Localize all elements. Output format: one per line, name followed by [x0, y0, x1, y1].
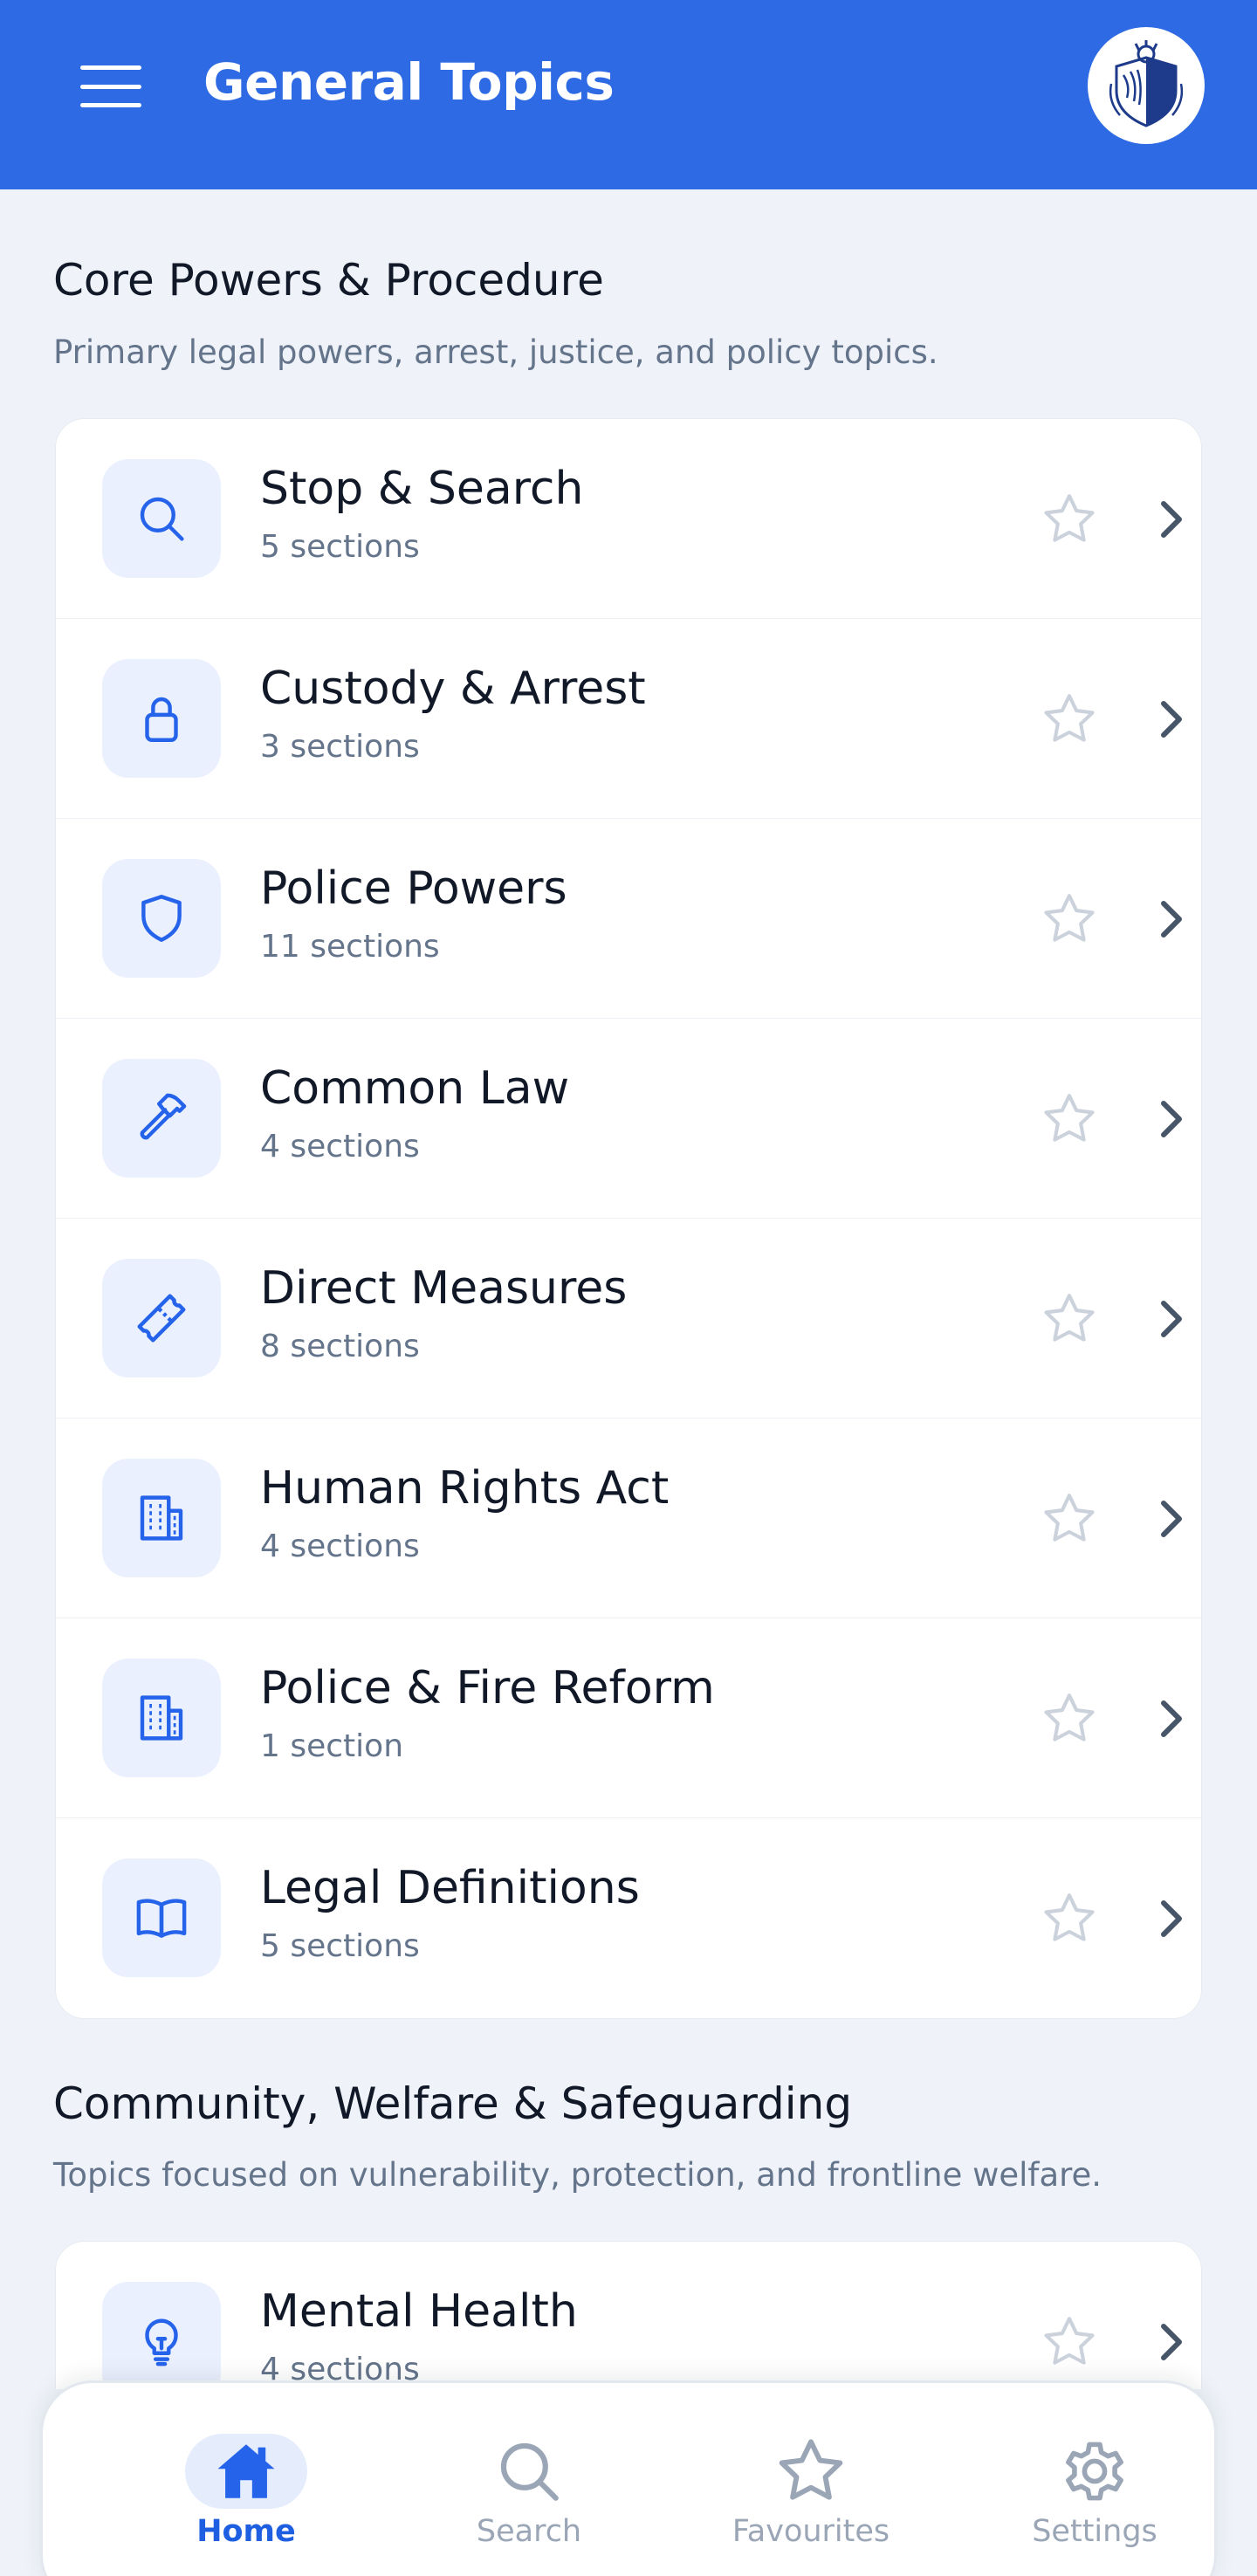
section-subtitle: Primary legal powers, arrest, justice, a…: [53, 333, 938, 371]
topic-title: Custody & Arrest: [260, 663, 646, 715]
topic-count: 3 sections: [260, 729, 420, 765]
topic-count: 4 sections: [260, 1129, 420, 1164]
topic-row-direct-measures[interactable]: Direct Measures 8 sections: [56, 1219, 1201, 1419]
chevron-right-icon: [1154, 2318, 1189, 2366]
topic-count: 5 sections: [260, 1928, 420, 1964]
chevron-right-icon: [1154, 1895, 1189, 1942]
topic-count: 4 sections: [260, 1528, 420, 1564]
page-title: General Topics: [203, 52, 615, 112]
topic-title: Police Powers: [260, 862, 567, 915]
topic-count: 1 section: [260, 1728, 404, 1764]
home-icon: [217, 2444, 275, 2498]
lock-icon: [145, 697, 178, 742]
favourite-star-icon[interactable]: [1037, 1886, 1102, 1951]
nav-search[interactable]: Search: [424, 2383, 634, 2576]
chevron-right-icon: [1154, 896, 1189, 943]
topic-title: Human Rights Act: [260, 1462, 670, 1515]
topic-row-mental-health[interactable]: Mental Health 4 sections: [56, 2242, 1201, 2389]
menu-button[interactable]: [80, 65, 141, 107]
topic-title: Common Law: [260, 1062, 570, 1115]
section-title: Community, Welfare & Safeguarding: [53, 2078, 853, 2129]
favourite-star-icon[interactable]: [1037, 2310, 1102, 2374]
favourite-star-icon[interactable]: [1037, 487, 1102, 552]
chevron-right-icon: [1154, 1695, 1189, 1742]
app-bar: General Topics: [0, 0, 1257, 189]
shield-icon: [141, 895, 182, 942]
star-icon: [779, 2439, 843, 2500]
topic-count: 5 sections: [260, 529, 420, 565]
topic-row-human-rights-act[interactable]: Human Rights Act 4 sections: [56, 1419, 1201, 1618]
hammer-icon: [140, 1093, 187, 1140]
hamburger-menu-icon: [80, 84, 141, 89]
building-icon: [140, 1695, 183, 1741]
topic-row-police-powers[interactable]: Police Powers 11 sections: [56, 819, 1201, 1019]
topic-row-custody-arrest[interactable]: Custody & Arrest 3 sections: [56, 619, 1201, 819]
chevron-right-icon: [1154, 696, 1189, 743]
topic-title: Direct Measures: [260, 1262, 628, 1315]
avatar[interactable]: [1088, 27, 1205, 144]
favourite-star-icon[interactable]: [1037, 1487, 1102, 1551]
nav-label: Settings: [1032, 2514, 1157, 2549]
building-icon: [140, 1495, 183, 1541]
topics-card: Mental Health 4 sections: [55, 2241, 1202, 2389]
section-subtitle: Topics focused on vulnerability, protect…: [53, 2156, 1102, 2194]
topics-card: Stop & Search 5 sections Custody & Arres…: [55, 418, 1202, 2019]
nav-label: Favourites: [732, 2514, 890, 2549]
topic-row-legal-definitions[interactable]: Legal Definitions 5 sections: [56, 1818, 1201, 2018]
favourite-star-icon[interactable]: [1037, 1087, 1102, 1151]
topic-count: 8 sections: [260, 1329, 420, 1364]
chevron-right-icon: [1154, 1096, 1189, 1143]
topic-title: Mental Health: [260, 2285, 578, 2338]
hamburger-menu-icon: [80, 65, 141, 70]
favourite-star-icon[interactable]: [1037, 887, 1102, 951]
nav-label: Search: [476, 2514, 582, 2549]
favourite-star-icon[interactable]: [1037, 1686, 1102, 1751]
topic-row-stop-search[interactable]: Stop & Search 5 sections: [56, 419, 1201, 619]
topic-title: Legal Definitions: [260, 1862, 640, 1914]
section-title: Core Powers & Procedure: [53, 255, 604, 306]
search-icon: [500, 2442, 559, 2501]
nav-label: Home: [196, 2514, 296, 2549]
topic-count: 11 sections: [260, 929, 440, 965]
nav-home[interactable]: Home: [141, 2383, 351, 2576]
topic-row-police-fire-reform[interactable]: Police & Fire Reform 1 section: [56, 1618, 1201, 1818]
chevron-right-icon: [1154, 496, 1189, 543]
bottom-navigation: Home Search Favourites Settings: [40, 2380, 1217, 2576]
hamburger-menu-icon: [80, 103, 141, 107]
crest-logo-icon: [1109, 40, 1184, 127]
ticket-icon: [137, 1294, 186, 1343]
nav-favourites[interactable]: Favourites: [706, 2383, 916, 2576]
search-icon: [140, 497, 184, 541]
gear-icon: [1066, 2442, 1123, 2501]
nav-settings[interactable]: Settings: [990, 2383, 1199, 2576]
topic-title: Stop & Search: [260, 463, 584, 515]
book-icon: [136, 1899, 187, 1938]
topic-title: Police & Fire Reform: [260, 1662, 715, 1714]
favourite-star-icon[interactable]: [1037, 687, 1102, 752]
favourite-star-icon[interactable]: [1037, 1287, 1102, 1351]
topic-row-common-law[interactable]: Common Law 4 sections: [56, 1019, 1201, 1219]
topics-content: Core Powers & Procedure Primary legal po…: [0, 189, 1257, 2389]
chevron-right-icon: [1154, 1495, 1189, 1542]
lightbulb-icon: [145, 2318, 178, 2366]
chevron-right-icon: [1154, 1295, 1189, 1343]
